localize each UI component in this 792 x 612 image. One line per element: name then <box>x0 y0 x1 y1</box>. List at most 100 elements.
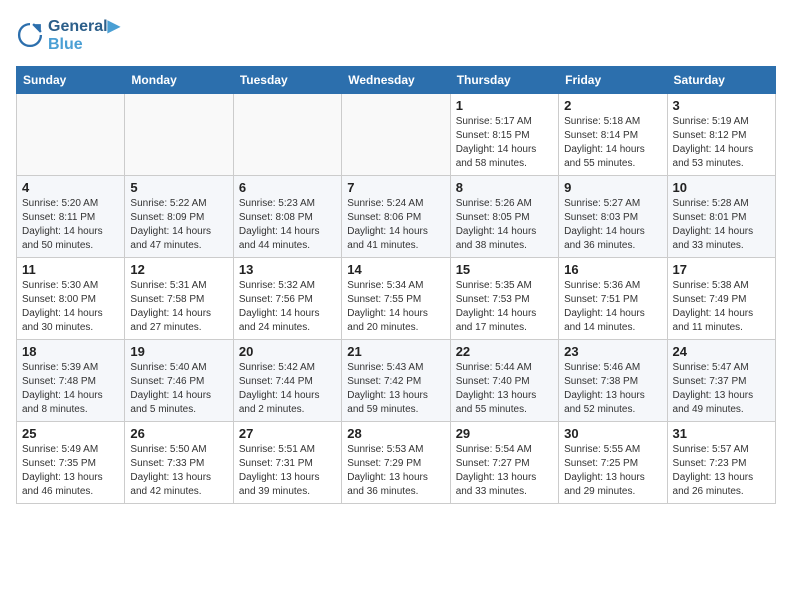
calendar-cell: 9 Sunrise: 5:27 AM Sunset: 8:03 PM Daylig… <box>559 176 667 258</box>
calendar-cell: 14 Sunrise: 5:34 AM Sunset: 7:55 PM Dayli… <box>342 258 450 340</box>
calendar-cell: 10 Sunrise: 5:28 AM Sunset: 8:01 PM Dayli… <box>667 176 775 258</box>
calendar-cell: 13 Sunrise: 5:32 AM Sunset: 7:56 PM Dayli… <box>233 258 341 340</box>
day-number: 1 <box>456 98 553 113</box>
calendar-cell: 7 Sunrise: 5:24 AM Sunset: 8:06 PM Daylig… <box>342 176 450 258</box>
calendar-cell: 15 Sunrise: 5:35 AM Sunset: 7:53 PM Dayli… <box>450 258 558 340</box>
day-number: 30 <box>564 426 661 441</box>
day-info: Sunrise: 5:55 AM Sunset: 7:25 PM Dayligh… <box>564 443 661 499</box>
day-number: 22 <box>456 344 553 359</box>
day-number: 19 <box>130 344 227 359</box>
calendar-cell: 18 Sunrise: 5:39 AM Sunset: 7:48 PM Dayli… <box>17 340 125 422</box>
calendar-cell: 2Sunrise: 5:18 AM Sunset: 8:14 PM Daylig… <box>559 94 667 176</box>
calendar-cell: 25 Sunrise: 5:49 AM Sunset: 7:35 PM Dayli… <box>17 422 125 504</box>
calendar-cell: 5 Sunrise: 5:22 AM Sunset: 8:09 PM Daylig… <box>125 176 233 258</box>
logo: General▶ Blue <box>16 16 120 54</box>
week-row-3: 11 Sunrise: 5:30 AM Sunset: 8:00 PM Dayli… <box>17 258 776 340</box>
day-info: Sunrise: 5:17 AM Sunset: 8:15 PM Dayligh… <box>456 115 553 171</box>
day-number: 16 <box>564 262 661 277</box>
day-info: Sunrise: 5:36 AM Sunset: 7:51 PM Dayligh… <box>564 279 661 335</box>
day-number: 28 <box>347 426 444 441</box>
calendar-cell: 16 Sunrise: 5:36 AM Sunset: 7:51 PM Dayli… <box>559 258 667 340</box>
day-number: 29 <box>456 426 553 441</box>
day-info: Sunrise: 5:44 AM Sunset: 7:40 PM Dayligh… <box>456 361 553 417</box>
calendar-table: SundayMondayTuesdayWednesdayThursdayFrid… <box>16 66 776 504</box>
calendar-cell: 11 Sunrise: 5:30 AM Sunset: 8:00 PM Dayli… <box>17 258 125 340</box>
calendar-cell: 30 Sunrise: 5:55 AM Sunset: 7:25 PM Dayli… <box>559 422 667 504</box>
calendar-cell: 23 Sunrise: 5:46 AM Sunset: 7:38 PM Dayli… <box>559 340 667 422</box>
weekday-header-sunday: Sunday <box>17 67 125 94</box>
day-info: Sunrise: 5:51 AM Sunset: 7:31 PM Dayligh… <box>239 443 336 499</box>
day-info: Sunrise: 5:49 AM Sunset: 7:35 PM Dayligh… <box>22 443 119 499</box>
day-number: 27 <box>239 426 336 441</box>
day-number: 7 <box>347 180 444 195</box>
day-number: 9 <box>564 180 661 195</box>
day-info: Sunrise: 5:38 AM Sunset: 7:49 PM Dayligh… <box>673 279 770 335</box>
week-row-1: 1 Sunrise: 5:17 AM Sunset: 8:15 PM Daylig… <box>17 94 776 176</box>
day-info: Sunrise: 5:26 AM Sunset: 8:05 PM Dayligh… <box>456 197 553 253</box>
day-number: 8 <box>456 180 553 195</box>
calendar-cell: 26 Sunrise: 5:50 AM Sunset: 7:33 PM Dayli… <box>125 422 233 504</box>
day-info: Sunrise: 5:22 AM Sunset: 8:09 PM Dayligh… <box>130 197 227 253</box>
day-info: Sunrise: 5:18 AM Sunset: 8:14 PM Dayligh… <box>564 115 661 171</box>
day-number: 18 <box>22 344 119 359</box>
calendar-cell: 19Sunrise: 5:40 AM Sunset: 7:46 PM Dayli… <box>125 340 233 422</box>
day-info: Sunrise: 5:35 AM Sunset: 7:53 PM Dayligh… <box>456 279 553 335</box>
day-number: 23 <box>564 344 661 359</box>
calendar-cell: 6Sunrise: 5:23 AM Sunset: 8:08 PM Daylig… <box>233 176 341 258</box>
day-info: Sunrise: 5:57 AM Sunset: 7:23 PM Dayligh… <box>673 443 770 499</box>
day-number: 5 <box>130 180 227 195</box>
day-number: 20 <box>239 344 336 359</box>
day-number: 26 <box>130 426 227 441</box>
calendar-cell: 29 Sunrise: 5:54 AM Sunset: 7:27 PM Dayli… <box>450 422 558 504</box>
day-number: 12 <box>130 262 227 277</box>
weekday-header-thursday: Thursday <box>450 67 558 94</box>
week-row-5: 25 Sunrise: 5:49 AM Sunset: 7:35 PM Dayli… <box>17 422 776 504</box>
calendar-cell: 4 Sunrise: 5:20 AM Sunset: 8:11 PM Daylig… <box>17 176 125 258</box>
day-number: 21 <box>347 344 444 359</box>
day-info: Sunrise: 5:42 AM Sunset: 7:44 PM Dayligh… <box>239 361 336 417</box>
calendar-cell: 21 Sunrise: 5:43 AM Sunset: 7:42 PM Dayli… <box>342 340 450 422</box>
weekday-header-monday: Monday <box>125 67 233 94</box>
day-number: 25 <box>22 426 119 441</box>
logo-text: General▶ Blue <box>48 16 120 54</box>
day-number: 10 <box>673 180 770 195</box>
day-number: 14 <box>347 262 444 277</box>
logo-icon <box>16 21 44 49</box>
day-info: Sunrise: 5:31 AM Sunset: 7:58 PM Dayligh… <box>130 279 227 335</box>
calendar-cell: 31 Sunrise: 5:57 AM Sunset: 7:23 PM Dayli… <box>667 422 775 504</box>
calendar-cell: 28Sunrise: 5:53 AM Sunset: 7:29 PM Dayli… <box>342 422 450 504</box>
day-info: Sunrise: 5:27 AM Sunset: 8:03 PM Dayligh… <box>564 197 661 253</box>
day-info: Sunrise: 5:34 AM Sunset: 7:55 PM Dayligh… <box>347 279 444 335</box>
calendar-cell: 17 Sunrise: 5:38 AM Sunset: 7:49 PM Dayli… <box>667 258 775 340</box>
day-info: Sunrise: 5:20 AM Sunset: 8:11 PM Dayligh… <box>22 197 119 253</box>
day-info: Sunrise: 5:54 AM Sunset: 7:27 PM Dayligh… <box>456 443 553 499</box>
day-info: Sunrise: 5:46 AM Sunset: 7:38 PM Dayligh… <box>564 361 661 417</box>
weekday-header-saturday: Saturday <box>667 67 775 94</box>
calendar-cell: 12 Sunrise: 5:31 AM Sunset: 7:58 PM Dayli… <box>125 258 233 340</box>
day-info: Sunrise: 5:30 AM Sunset: 8:00 PM Dayligh… <box>22 279 119 335</box>
page-header: General▶ Blue <box>16 16 776 54</box>
calendar-cell: 22 Sunrise: 5:44 AM Sunset: 7:40 PM Dayli… <box>450 340 558 422</box>
calendar-cell: 3Sunrise: 5:19 AM Sunset: 8:12 PM Daylig… <box>667 94 775 176</box>
day-info: Sunrise: 5:47 AM Sunset: 7:37 PM Dayligh… <box>673 361 770 417</box>
calendar-cell: 8 Sunrise: 5:26 AM Sunset: 8:05 PM Daylig… <box>450 176 558 258</box>
day-number: 17 <box>673 262 770 277</box>
day-number: 11 <box>22 262 119 277</box>
calendar-cell: 27 Sunrise: 5:51 AM Sunset: 7:31 PM Dayli… <box>233 422 341 504</box>
day-number: 31 <box>673 426 770 441</box>
day-info: Sunrise: 5:19 AM Sunset: 8:12 PM Dayligh… <box>673 115 770 171</box>
week-row-2: 4 Sunrise: 5:20 AM Sunset: 8:11 PM Daylig… <box>17 176 776 258</box>
weekday-header-wednesday: Wednesday <box>342 67 450 94</box>
day-info: Sunrise: 5:32 AM Sunset: 7:56 PM Dayligh… <box>239 279 336 335</box>
day-number: 13 <box>239 262 336 277</box>
calendar-cell: 24Sunrise: 5:47 AM Sunset: 7:37 PM Dayli… <box>667 340 775 422</box>
day-info: Sunrise: 5:28 AM Sunset: 8:01 PM Dayligh… <box>673 197 770 253</box>
day-info: Sunrise: 5:43 AM Sunset: 7:42 PM Dayligh… <box>347 361 444 417</box>
calendar-cell <box>125 94 233 176</box>
day-info: Sunrise: 5:50 AM Sunset: 7:33 PM Dayligh… <box>130 443 227 499</box>
day-info: Sunrise: 5:24 AM Sunset: 8:06 PM Dayligh… <box>347 197 444 253</box>
calendar-cell <box>342 94 450 176</box>
day-number: 4 <box>22 180 119 195</box>
day-number: 15 <box>456 262 553 277</box>
day-info: Sunrise: 5:39 AM Sunset: 7:48 PM Dayligh… <box>22 361 119 417</box>
